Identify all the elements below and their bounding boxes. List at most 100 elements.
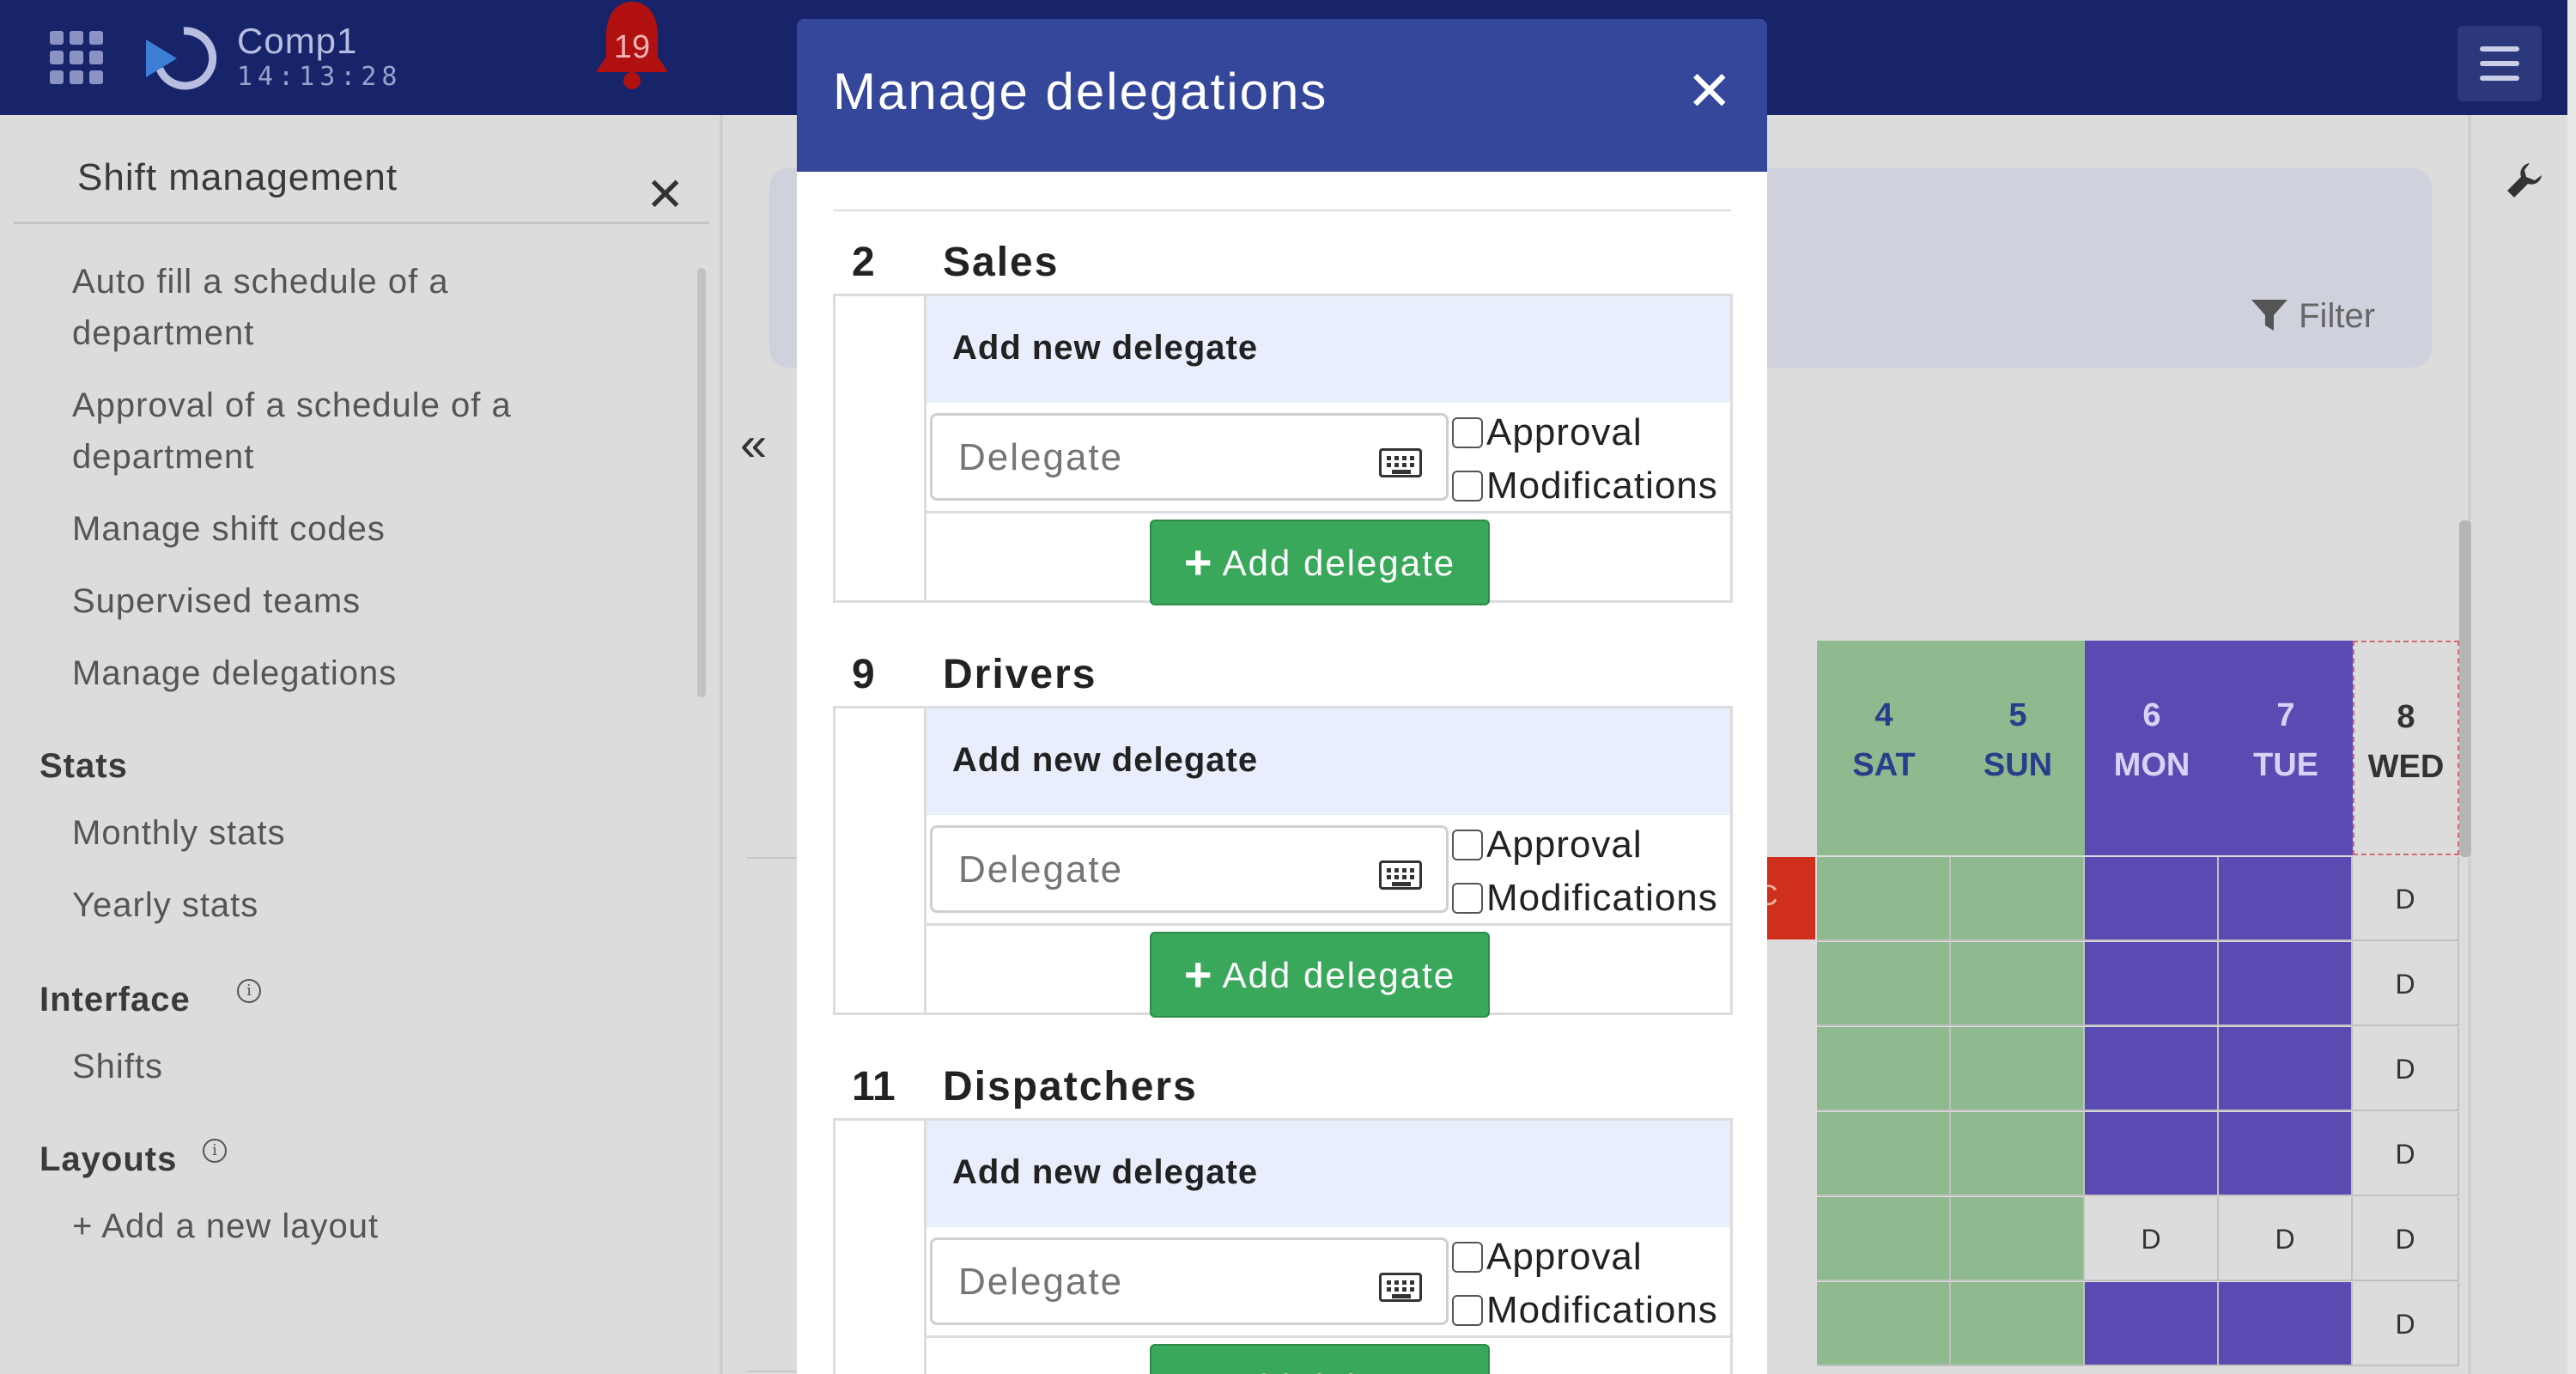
schedule-cell[interactable]	[2085, 1112, 2219, 1196]
add-delegate-button[interactable]: +Add delegate	[1150, 932, 1490, 1018]
add-delegate-button[interactable]: +Add delegate	[1150, 1344, 1490, 1374]
department-id: 9	[852, 652, 875, 697]
schedule-cell[interactable]	[1951, 1112, 2085, 1196]
plus-icon: +	[1183, 535, 1214, 589]
sidebar-item-manage-delegations[interactable]: Manage delegations	[72, 647, 639, 699]
sidebar-item-yearly-stats[interactable]: Yearly stats	[72, 879, 639, 931]
apps-grid-icon[interactable]	[50, 31, 103, 84]
department-name: Sales	[943, 240, 1060, 285]
schedule-cell[interactable]	[1951, 942, 2085, 1026]
schedule-cell[interactable]	[2219, 942, 2353, 1026]
checkbox[interactable]	[1452, 417, 1483, 448]
day-name: WED	[2367, 749, 2445, 785]
day-name: SAT	[1852, 747, 1916, 783]
wrench-icon[interactable]	[2504, 160, 2545, 210]
schedule-cell[interactable]	[1817, 857, 1951, 941]
delegate-field[interactable]	[930, 413, 1449, 501]
delegate-input[interactable]	[958, 1259, 1370, 1305]
approval-checkbox[interactable]: Approval	[1452, 1236, 1643, 1279]
schedule-cell[interactable]	[1817, 1282, 1951, 1366]
collapse-button[interactable]: «	[740, 416, 767, 471]
schedule-cell[interactable]	[2219, 1112, 2353, 1196]
schedule-cell[interactable]	[1817, 1197, 1951, 1281]
schedule-cell[interactable]: D	[2353, 1197, 2459, 1281]
modal-title: Manage delegations	[833, 63, 1328, 120]
close-icon[interactable]: ✕	[646, 172, 684, 218]
hamburger-menu-icon[interactable]	[2458, 26, 2542, 101]
schedule-cell[interactable]: D	[2353, 942, 2459, 1026]
sidebar-title: Shift management	[77, 156, 398, 198]
schedule-cell[interactable]	[1951, 1027, 2085, 1111]
sidebar-item-shift-codes[interactable]: Manage shift codes	[72, 503, 639, 555]
checkbox[interactable]	[1452, 883, 1483, 914]
schedule-cell[interactable]	[2085, 1282, 2219, 1366]
schedule-cell[interactable]: D	[2353, 1112, 2459, 1196]
divider	[927, 511, 1730, 514]
keyboard-icon[interactable]	[1379, 1273, 1422, 1302]
layouts-heading: Layouts	[39, 1140, 178, 1178]
modifications-label: Modifications	[1486, 877, 1718, 919]
checkbox[interactable]	[1452, 1242, 1483, 1273]
delegate-field[interactable]	[930, 1237, 1449, 1325]
checkbox[interactable]	[1452, 471, 1483, 502]
sidebar-item-monthly-stats[interactable]: Monthly stats	[72, 807, 639, 859]
delegate-field[interactable]	[930, 825, 1449, 913]
day-number: 8	[2397, 699, 2415, 735]
add-delegate-button[interactable]: +Add delegate	[1150, 520, 1490, 605]
schedule-cell[interactable]	[1817, 942, 1951, 1026]
info-icon[interactable]: i	[237, 979, 261, 1003]
sidebar-item-supervised-teams[interactable]: Supervised teams	[72, 575, 639, 627]
schedule-cell[interactable]	[1951, 1197, 2085, 1281]
add-layout-link[interactable]: + Add a new layout	[72, 1201, 639, 1252]
delegate-input[interactable]	[958, 847, 1370, 893]
sidebar-scrollbar[interactable]	[697, 268, 706, 697]
schedule-cell[interactable]	[1817, 1112, 1951, 1196]
plus-icon: +	[1183, 947, 1214, 1001]
day-header-mon[interactable]: 6 MON	[2085, 641, 2219, 855]
info-icon[interactable]: i	[203, 1139, 227, 1163]
add-delegate-button-label: Add delegate	[1222, 955, 1456, 995]
schedule-cell[interactable]: D	[2353, 1282, 2459, 1366]
approval-label: Approval	[1486, 411, 1643, 453]
keyboard-icon[interactable]	[1379, 448, 1422, 477]
close-icon[interactable]: ✕	[1686, 64, 1733, 119]
schedule-cell[interactable]	[1951, 1282, 2085, 1366]
keyboard-icon[interactable]	[1379, 860, 1422, 890]
approval-checkbox[interactable]: Approval	[1452, 411, 1643, 454]
modifications-checkbox[interactable]: Modifications	[1452, 877, 1718, 920]
schedule-cell[interactable]	[1951, 857, 2085, 941]
schedule-cell[interactable]	[2219, 1027, 2353, 1111]
approval-label: Approval	[1486, 1236, 1643, 1278]
schedule-cell[interactable]: D	[2353, 1027, 2459, 1111]
schedule-cell[interactable]	[1817, 1027, 1951, 1111]
schedule-cell[interactable]	[2219, 1282, 2353, 1366]
schedule-cell[interactable]: D	[2353, 857, 2459, 941]
schedule-cell[interactable]	[2085, 1027, 2219, 1111]
day-header-wed[interactable]: 8 WED	[2353, 641, 2459, 855]
filter-button[interactable]: Filter	[2250, 297, 2375, 336]
add-delegate-header: Add new delegate	[927, 296, 1730, 403]
notification-count[interactable]: 19	[589, 29, 675, 66]
schedule-cell[interactable]: D	[2219, 1197, 2353, 1281]
page-scrollbar[interactable]	[2567, 0, 2576, 1374]
day-header-sat[interactable]: 4 SAT	[1817, 641, 1951, 855]
delegate-input[interactable]	[958, 435, 1370, 481]
schedule-cell[interactable]	[2085, 942, 2219, 1026]
main-scrollbar[interactable]	[2459, 520, 2471, 857]
sidebar-item-auto-fill[interactable]: Auto fill a schedule of a department	[72, 256, 639, 359]
modifications-checkbox[interactable]: Modifications	[1452, 1289, 1718, 1332]
modifications-checkbox[interactable]: Modifications	[1452, 465, 1718, 508]
day-header-sun[interactable]: 5 SUN	[1951, 641, 2085, 855]
sidebar-item-approval[interactable]: Approval of a schedule of a department	[72, 380, 639, 483]
schedule-cell[interactable]	[2085, 857, 2219, 941]
sidebar-item-shifts[interactable]: Shifts	[72, 1041, 639, 1092]
delegate-form: Add new delegate Approval Modifications …	[833, 294, 1733, 605]
checkbox[interactable]	[1452, 1295, 1483, 1326]
approval-checkbox[interactable]: Approval	[1452, 824, 1643, 866]
checkbox[interactable]	[1452, 830, 1483, 860]
day-header-tue[interactable]: 7 TUE	[2219, 641, 2353, 855]
filter-icon	[2251, 300, 2287, 331]
schedule-cell[interactable]: D	[2085, 1197, 2219, 1281]
schedule-cell[interactable]	[2219, 857, 2353, 941]
add-delegate-header: Add new delegate	[927, 1121, 1730, 1227]
